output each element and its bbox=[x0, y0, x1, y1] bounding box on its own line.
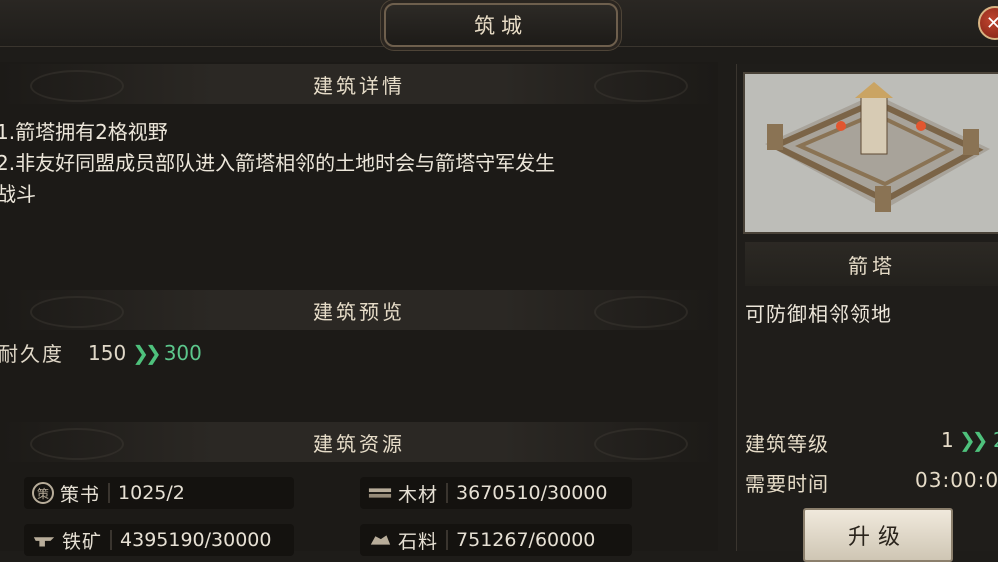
iron-ore-icon bbox=[32, 528, 56, 552]
wood-icon bbox=[368, 481, 392, 505]
double-chevron-right-icon: ❯❯ bbox=[959, 428, 988, 452]
divider bbox=[110, 530, 113, 550]
detail-line-1: 1.箭塔拥有2格视野 bbox=[0, 120, 168, 144]
resource-wood: 木材 3670510/30000 bbox=[360, 477, 632, 509]
durability-current: 150 bbox=[88, 340, 127, 365]
upgrade-button[interactable]: 升级 bbox=[803, 508, 953, 562]
resource-iron-ore: 铁矿 4395190/30000 bbox=[24, 524, 294, 556]
stone-icon bbox=[368, 528, 392, 552]
level-label: 建筑等级 bbox=[745, 432, 829, 456]
level-next: 2 bbox=[993, 428, 998, 452]
durability-label: 耐久度 bbox=[0, 342, 64, 366]
building-level-row: 建筑等级 1 ❯❯ 2 bbox=[745, 428, 998, 457]
strategy-book-icon: 策 bbox=[32, 482, 54, 504]
divider bbox=[446, 483, 449, 503]
building-description: 可防御相邻领地 bbox=[745, 302, 892, 326]
durability-row: 耐久度 150 ❯❯ 300 bbox=[0, 338, 202, 367]
resource-strategy-book: 策 策书 1025/2 bbox=[24, 477, 294, 509]
resource-name: 铁矿 bbox=[62, 530, 103, 553]
detail-line-3: 战斗 bbox=[0, 182, 36, 206]
resource-value: 4395190/30000 bbox=[120, 529, 272, 551]
building-name: 箭塔 bbox=[745, 242, 998, 286]
right-panel: 箭塔 可防御相邻领地 建筑等级 1 ❯❯ 2 需要时间 03:00:00 升级 bbox=[736, 64, 998, 562]
resource-stone: 石料 751267/60000 bbox=[360, 524, 632, 556]
time-value: 03:00:00 bbox=[915, 468, 998, 492]
arrow-tower-preview-image bbox=[743, 72, 998, 234]
durability-next: 300 bbox=[163, 340, 202, 365]
details-header: 建筑详情 bbox=[0, 64, 718, 104]
resource-value: 1025/2 bbox=[118, 482, 185, 504]
double-chevron-right-icon: ❯❯ bbox=[132, 340, 161, 365]
resource-name: 策书 bbox=[60, 483, 101, 506]
divider bbox=[446, 530, 449, 550]
resource-value: 751267/60000 bbox=[456, 529, 596, 551]
window-title: 筑城 bbox=[384, 3, 618, 47]
resources-header: 建筑资源 bbox=[0, 422, 718, 462]
required-time-row: 需要时间 03:00:00 bbox=[745, 468, 998, 497]
resource-name: 木材 bbox=[398, 483, 439, 506]
close-button[interactable]: ✕ bbox=[978, 6, 998, 40]
close-icon: ✕ bbox=[986, 12, 998, 34]
level-current: 1 bbox=[941, 428, 955, 452]
resource-value: 3670510/30000 bbox=[456, 482, 608, 504]
divider bbox=[108, 483, 111, 503]
resource-name: 石料 bbox=[398, 530, 439, 553]
time-label: 需要时间 bbox=[745, 472, 829, 496]
top-bar: 筑城 ✕ bbox=[0, 0, 998, 47]
detail-line-2: 2.非友好同盟成员部队进入箭塔相邻的土地时会与箭塔守军发生 bbox=[0, 151, 556, 175]
preview-header: 建筑预览 bbox=[0, 290, 718, 330]
